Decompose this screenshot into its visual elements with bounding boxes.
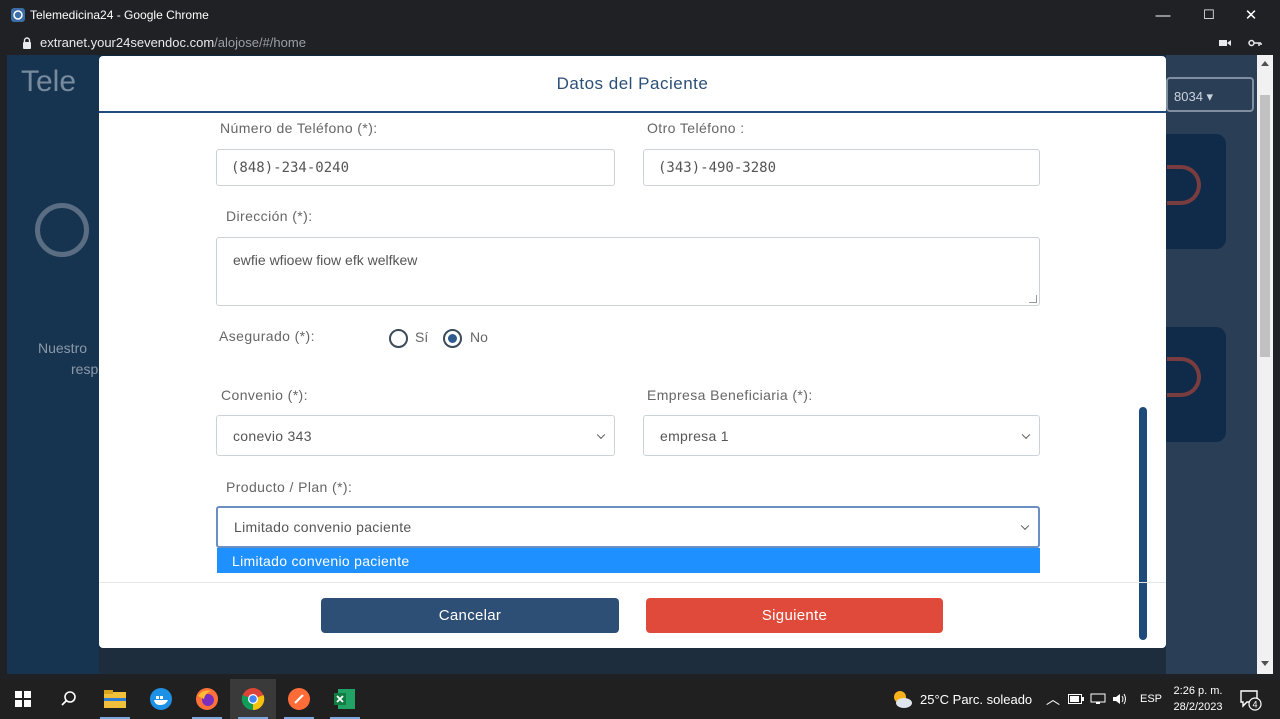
insured-no-label: No (470, 329, 488, 345)
cancel-button[interactable]: Cancelar (321, 598, 619, 633)
stethoscope-icon (35, 203, 89, 257)
camera-icon[interactable] (1219, 30, 1231, 55)
background-table-row (99, 648, 1166, 674)
firefox-icon[interactable] (184, 679, 230, 719)
minimize-button[interactable]: — (1140, 0, 1186, 30)
scroll-up-arrow-icon[interactable] (1261, 61, 1269, 66)
windows-start-icon[interactable] (0, 679, 46, 719)
close-button[interactable]: ✕ (1228, 0, 1274, 30)
notification-center-icon[interactable]: 4 (1238, 687, 1262, 711)
show-hidden-icons-chevron-up-icon[interactable]: ︿ (1046, 679, 1060, 719)
agreement-value: conevio 343 (233, 427, 312, 444)
search-icon[interactable] (46, 679, 92, 719)
postman-icon[interactable] (276, 679, 322, 719)
battery-icon[interactable] (1068, 679, 1084, 719)
resize-handle-icon[interactable] (1029, 295, 1037, 303)
address-label: Dirección (*): (226, 208, 313, 224)
background-text: Nuestro resp (38, 338, 98, 380)
company-select[interactable]: empresa 1 (643, 415, 1040, 456)
chrome-icon[interactable] (230, 679, 276, 719)
other-phone-label: Otro Teléfono : (647, 120, 745, 136)
insured-yes-label: Sí (415, 329, 429, 345)
browser-title-bar: Telemedicina24 - Google Chrome (0, 0, 1280, 30)
modal-title: Datos del Paciente (556, 73, 709, 93)
insured-yes-radio[interactable] (389, 329, 408, 348)
url-path: /alojose/#/home (214, 35, 306, 50)
product-plan-value: Limitado convenio paciente (234, 519, 412, 535)
page-scrollbar[interactable] (1257, 55, 1273, 674)
docker-icon[interactable] (138, 679, 184, 719)
language-indicator[interactable]: ESP (1140, 679, 1162, 719)
insured-no-radio[interactable] (443, 329, 462, 348)
company-value: empresa 1 (660, 427, 729, 444)
background-text-line2: resp (71, 361, 99, 377)
modal-header: Datos del Paciente (99, 56, 1166, 113)
product-plan-dropdown-option[interactable]: Limitado convenio paciente (217, 548, 1040, 573)
scrollbar-thumb[interactable] (1260, 95, 1270, 357)
excel-icon[interactable] (322, 679, 368, 719)
background-selector: 8034 ▾ (1166, 77, 1254, 112)
modal-footer: Cancelar Siguiente (99, 582, 1166, 648)
clock-date: 28/2/2023 (1173, 701, 1223, 713)
other-phone-input[interactable]: (343)-490-3280 (643, 149, 1040, 186)
phone-input[interactable]: (848)-234-0240 (216, 149, 615, 186)
maximize-button[interactable]: ☐ (1186, 0, 1232, 30)
modal-body: Número de Teléfono (*): (848)-234-0240 O… (99, 115, 1166, 640)
file-explorer-icon[interactable] (92, 679, 138, 719)
weather-widget[interactable]: 25°C Parc. soleado (891, 679, 1032, 719)
phone-label: Número de Teléfono (*): (220, 120, 378, 136)
weather-text: 25°C Parc. soleado (920, 691, 1033, 707)
url-text[interactable]: extranet.your24sevendoc.com/alojose/#/ho… (40, 35, 306, 50)
next-button[interactable]: Siguiente (646, 598, 943, 633)
scroll-down-arrow-icon[interactable] (1261, 661, 1269, 666)
chevron-down-icon (1020, 521, 1030, 531)
product-plan-label: Producto / Plan (*): (226, 479, 353, 495)
chevron-down-icon (1021, 430, 1031, 439)
agreement-label: Convenio (*): (221, 387, 308, 403)
patient-data-modal: Datos del Paciente Número de Teléfono (*… (99, 56, 1166, 648)
address-textarea[interactable]: ewfie wfioew fiow efk welfkew (216, 237, 1040, 306)
window-title: Telemedicina24 - Google Chrome (30, 8, 209, 22)
volume-icon[interactable] (1112, 679, 1128, 719)
product-plan-select[interactable]: Limitado convenio paciente (216, 506, 1040, 548)
url-host: extranet.your24sevendoc.com (40, 35, 215, 50)
app-logo-icon (11, 8, 25, 22)
key-icon[interactable] (1248, 30, 1262, 55)
chevron-down-icon (596, 430, 606, 439)
address-text: ewfie wfioew fiow efk welfkew (233, 252, 418, 268)
notification-count: 4 (1252, 700, 1257, 710)
clock[interactable]: 2:26 p. m. 28/2/2023 (1167, 683, 1229, 715)
insured-label: Asegurado (*): (219, 328, 315, 344)
background-text-line1: Nuestro (38, 340, 88, 356)
weather-partly-sunny-icon (894, 691, 912, 708)
company-label: Empresa Beneficiaria (*): (647, 387, 813, 403)
agreement-select[interactable]: conevio 343 (216, 415, 615, 456)
lock-icon (23, 36, 31, 49)
network-icon[interactable] (1090, 679, 1106, 719)
address-bar[interactable]: extranet.your24sevendoc.com/alojose/#/ho… (0, 30, 1280, 55)
background-logo: Tele (21, 65, 77, 98)
clock-time: 2:26 p. m. (1173, 685, 1223, 697)
taskbar: 25°C Parc. soleado ︿ ESP 2:26 p. m. 28/2… (0, 679, 1280, 719)
